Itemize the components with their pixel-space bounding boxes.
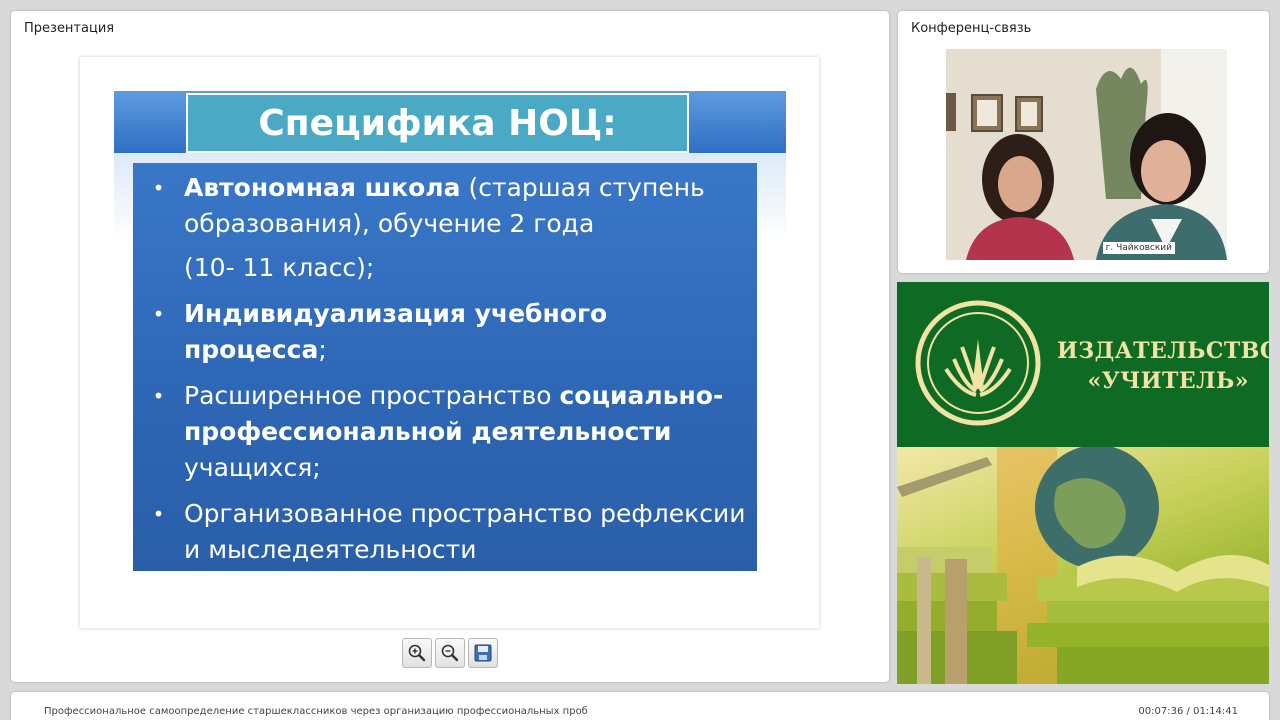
slide-body: • Автономная школа (старшая ступень обра… <box>133 163 757 571</box>
slide-bullet: • Организованное пространство рефлексии … <box>133 496 747 568</box>
presentation-slide: Специфика НОЦ: • Автономная школа (старш… <box>80 57 819 628</box>
slide-bullet: • Автономная школа (старшая ступень обра… <box>133 170 747 286</box>
slide-title-box: Специфика НОЦ: <box>186 93 689 153</box>
banner-line-1: ИЗДАТЕЛЬСТВО <box>1057 338 1269 364</box>
conference-panel: Конференц-связь г. Чайковский <box>898 11 1269 273</box>
bullet-dot: • <box>152 502 165 526</box>
total-duration: 01:14:41 <box>1193 706 1238 717</box>
zoom-out-icon <box>441 644 459 662</box>
save-icon <box>474 644 492 662</box>
bullet-dot: • <box>152 384 165 408</box>
media-title: Профессиональное самоопределение старшек… <box>44 706 588 717</box>
publisher-logo-icon <box>915 300 1041 426</box>
banner-image <box>897 447 1269 684</box>
bullet-second-line: (10- 11 класс); <box>184 253 375 282</box>
time-separator: / <box>1183 706 1194 717</box>
bullet-text: Индивидуализация учебного процесса; <box>184 296 747 368</box>
conference-video: г. Чайковский <box>946 49 1227 260</box>
bullet-text: Организованное пространство рефлексии и … <box>184 499 746 564</box>
presentation-panel-title: Презентация <box>24 21 115 36</box>
video-location-label: г. Чайковский <box>1102 242 1175 254</box>
zoom-in-button[interactable] <box>402 638 432 668</box>
bullet-text: Автономная школа (старшая ступень образо… <box>184 170 747 286</box>
publisher-banner[interactable]: ИЗДАТЕЛЬСТВО «УЧИТЕЛЬ» <box>897 282 1269 684</box>
conference-panel-title: Конференц-связь <box>911 21 1032 36</box>
slide-bullet: • Расширенное пространство социально- пр… <box>133 378 747 486</box>
bullet-pre-text: Расширенное пространство <box>184 381 560 410</box>
slide-heading: Специфика НОЦ: <box>258 102 617 144</box>
save-button[interactable] <box>468 638 498 668</box>
current-time: 00:07:36 <box>1138 706 1184 717</box>
playback-time: 00:07:36 / 01:14:41 <box>1138 706 1238 717</box>
media-info-bar: Профессиональное самоопределение старшек… <box>11 692 1269 720</box>
zoom-out-button[interactable] <box>435 638 465 668</box>
presentation-panel: Презентация Специфика НОЦ: • Автономная … <box>11 11 889 682</box>
bullet-rest-text: ; <box>318 335 327 364</box>
bullet-dot: • <box>152 176 165 200</box>
banner-header: ИЗДАТЕЛЬСТВО «УЧИТЕЛЬ» <box>897 282 1269 447</box>
books-globe-image <box>897 447 1269 684</box>
slide-toolbar <box>402 638 498 668</box>
bullet-text: Расширенное пространство социально- проф… <box>184 378 747 486</box>
zoom-in-icon <box>408 644 426 662</box>
bullet-bold-text: Индивидуализация учебного процесса <box>184 299 608 364</box>
bullet-bold-text: Автономная школа <box>184 173 461 202</box>
banner-publisher-name: ИЗДАТЕЛЬСТВО «УЧИТЕЛЬ» <box>1057 336 1269 396</box>
bullet-dot: • <box>152 302 165 326</box>
banner-line-2: «УЧИТЕЛЬ» <box>1087 368 1249 394</box>
slide-bullet: • Индивидуализация учебного процесса; <box>133 296 747 368</box>
video-frame-image <box>946 49 1227 260</box>
bullet-rest-text: учащихся; <box>184 453 321 482</box>
